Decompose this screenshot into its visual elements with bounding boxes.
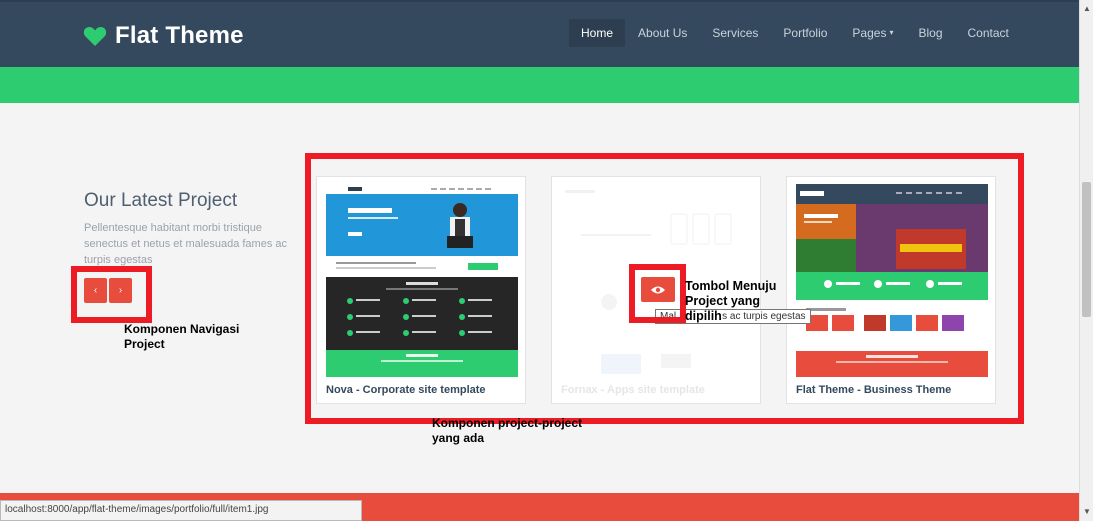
nav-contact[interactable]: Contact [956,19,1021,47]
nav-blog[interactable]: Blog [906,19,954,47]
page-scrollbar[interactable]: ▲ ▼ [1079,0,1093,521]
site-header: Flat Theme Home About Us Services Portfo… [0,0,1079,67]
brand-logo[interactable]: Flat Theme [83,22,244,50]
scroll-thumb[interactable] [1082,182,1091,317]
brand-name: Flat Theme [115,22,244,49]
annotation-button: Tombol Menuju Project yang dipilih [685,279,777,323]
hero-band [0,67,1079,103]
nav-portfolio[interactable]: Portfolio [771,19,839,47]
nav-pages-label: Pages [852,26,887,40]
nav-about-us[interactable]: About Us [626,19,699,47]
section-description: Pellentesque habitant morbi tristique se… [84,222,288,266]
annotation-box-navigation [71,266,152,323]
nav-pages[interactable]: Pages ▾ [840,19,905,47]
nav-home[interactable]: Home [569,19,626,47]
scroll-down-icon[interactable]: ▼ [1080,505,1093,519]
scroll-up-icon[interactable]: ▲ [1080,2,1093,16]
nav-services[interactable]: Services [700,19,770,47]
chevron-down-icon: ▾ [889,28,894,37]
annotation-projects: Komponen project-project yang ada [432,416,583,445]
section-title: Our Latest Project [84,190,238,211]
heart-icon [83,26,107,46]
main-nav: Home About Us Services Portfolio Pages ▾… [569,19,1022,47]
annotation-box-projects [305,153,1024,424]
browser-status-bar: localhost:8000/app/flat-theme/images/por… [0,500,362,521]
annotation-navigation: Komponen Navigasi Project [124,322,240,351]
